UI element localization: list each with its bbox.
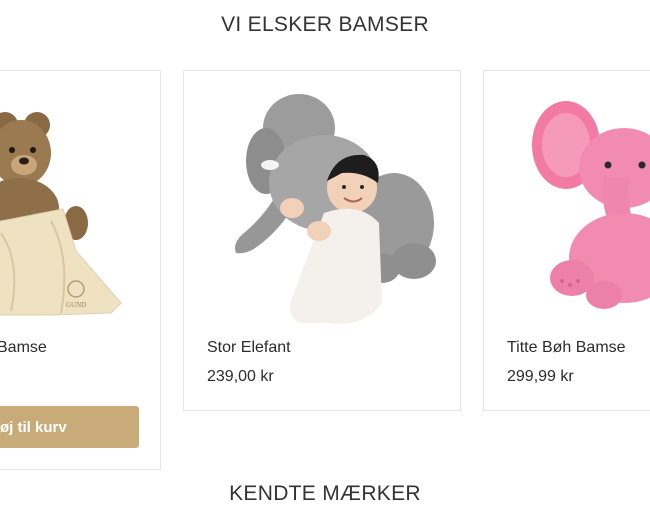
- add-to-cart-button[interactable]: føj til kurv: [0, 406, 139, 448]
- product-card-elephant[interactable]: Stor Elefant 239,00 kr: [183, 70, 461, 411]
- product-image-elephant[interactable]: [184, 83, 460, 333]
- svg-text:GUND: GUND: [66, 301, 86, 309]
- section-title-brands: KENDTE MÆRKER: [229, 482, 421, 505]
- product-image-teddy[interactable]: GUND: [0, 83, 160, 333]
- product-price: 239,00 kr: [207, 368, 274, 385]
- product-image-pink-elephant[interactable]: [484, 83, 650, 333]
- product-card-pink-elephant[interactable]: Titte Bøh Bamse 299,99 kr: [483, 70, 650, 411]
- product-card-teddy[interactable]: GUND Bamse føj til kurv: [0, 70, 161, 470]
- product-name[interactable]: Bamse: [0, 339, 47, 357]
- section-title: VI ELSKER BAMSER: [221, 13, 429, 36]
- product-name[interactable]: Stor Elefant: [207, 339, 291, 357]
- product-name[interactable]: Titte Bøh Bamse: [507, 339, 626, 357]
- product-price: 299,99 kr: [507, 368, 574, 385]
